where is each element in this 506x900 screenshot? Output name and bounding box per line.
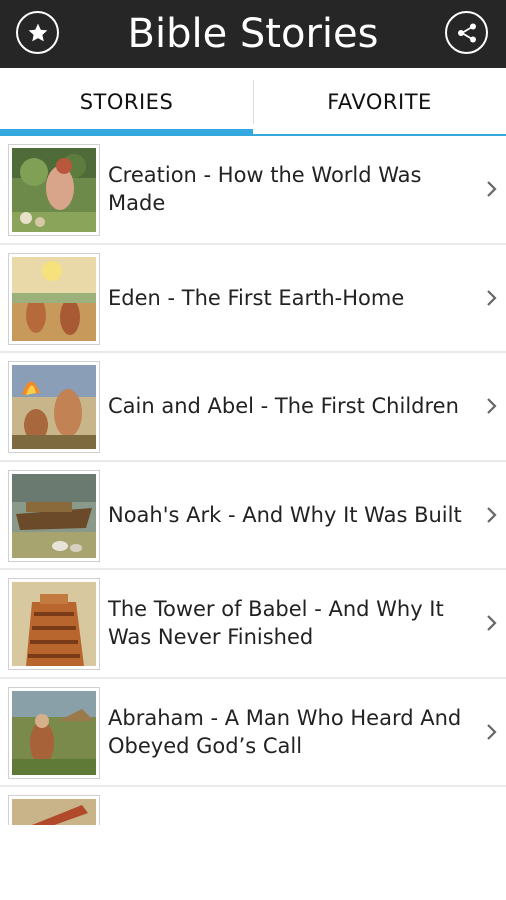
- story-thumbnail: [8, 795, 100, 825]
- tab-divider: [253, 80, 254, 124]
- app-bar: Bible Stories: [0, 0, 506, 68]
- star-icon: [28, 23, 47, 41]
- story-thumbnail: [8, 144, 100, 236]
- story-title: Creation - How the World Was Made: [108, 163, 422, 216]
- story-thumbnail: [8, 578, 100, 670]
- list-item[interactable]: The Tower of Babel - And Why It Was Neve…: [0, 570, 506, 679]
- chevron-right-icon: [487, 615, 497, 632]
- list-item[interactable]: Noah's Ark - And Why It Was Built: [0, 462, 506, 570]
- chevron-right-icon: [487, 181, 497, 198]
- story-title: The Tower of Babel - And Why It Was Neve…: [108, 597, 444, 650]
- story-title: Eden - The First Earth-Home: [108, 285, 405, 310]
- list-item[interactable]: Abraham - A Man Who Heard And Obeyed God…: [0, 679, 506, 787]
- story-thumbnail: [8, 469, 100, 562]
- chevron-right-icon: [487, 506, 497, 523]
- share-button[interactable]: [445, 11, 488, 54]
- chevron-right-icon: [487, 289, 497, 306]
- tab-stories[interactable]: STORIES: [0, 68, 253, 136]
- story-title: Noah's Ark - And Why It Was Built: [108, 502, 462, 527]
- app-title: Bible Stories: [127, 11, 379, 57]
- list-item[interactable]: Creation - How the World Was Made: [0, 136, 506, 245]
- tab-favorite[interactable]: FAVORITE: [253, 68, 506, 136]
- story-title: Cain and Abel - The First Children: [108, 394, 459, 419]
- list-item[interactable]: [0, 787, 506, 825]
- tab-stories-label: STORIES: [79, 90, 174, 114]
- favorite-star-button[interactable]: [16, 11, 59, 54]
- list-item[interactable]: Cain and Abel - The First Children: [0, 353, 506, 462]
- tab-favorite-label: FAVORITE: [327, 90, 432, 114]
- story-thumbnail: [8, 361, 100, 453]
- stories-list[interactable]: Creation - How the World Was Made Eden -…: [0, 136, 506, 825]
- story-thumbnail: [8, 686, 100, 779]
- story-thumbnail: [8, 252, 100, 345]
- share-icon: [457, 23, 476, 42]
- chevron-right-icon: [487, 723, 497, 740]
- story-title: Abraham - A Man Who Heard And Obeyed God…: [108, 705, 462, 758]
- chevron-right-icon: [487, 398, 497, 415]
- list-item[interactable]: Eden - The First Earth-Home: [0, 245, 506, 353]
